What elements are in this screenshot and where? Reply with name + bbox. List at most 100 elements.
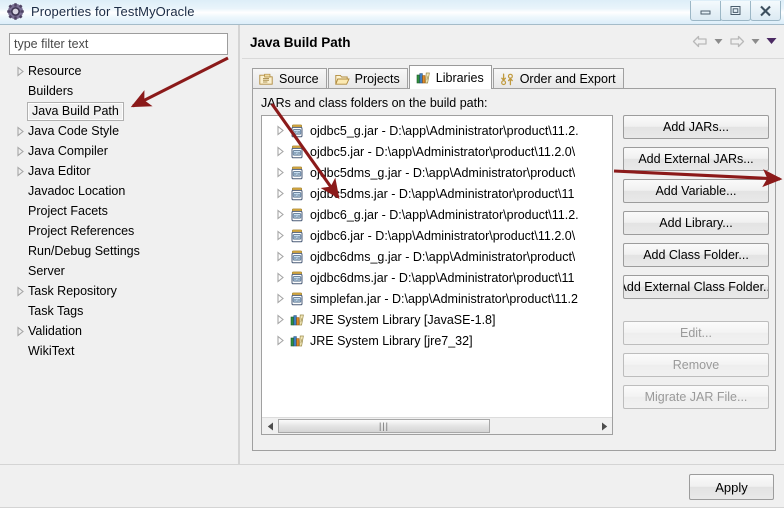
list-item-label: ojdbc6dms.jar - D:\app\Administrator\pro… [310, 270, 575, 285]
minimize-icon[interactable] [690, 1, 721, 21]
add-variable-button[interactable]: Add Variable... [623, 179, 769, 203]
scroll-left-icon[interactable] [262, 418, 278, 434]
scrollbar-track[interactable]: ||| [278, 418, 596, 434]
tree-expand-chevron-right-icon[interactable] [273, 272, 288, 283]
tree-expand-chevron-right-icon[interactable] [273, 146, 288, 157]
sidebar-item-wikitext[interactable]: WikiText [0, 341, 238, 361]
list-item[interactable]: 010 ojdbc5.jar - D:\app\Administrator\pro… [262, 141, 612, 162]
add-external-class-folder-button[interactable]: Add External Class Folder... [623, 275, 769, 299]
sidebar-item-project-references[interactable]: Project References [0, 221, 238, 241]
library-icon: J [288, 333, 306, 348]
build-path-page: Java Build Path Source Projects J Librar… [242, 25, 784, 464]
sidebar-item-label: Builders [28, 84, 74, 98]
tree-expand-chevron-right-icon[interactable] [13, 65, 28, 77]
list-item[interactable]: 010 ojdbc6dms_g.jar - D:\app\Administrato… [262, 246, 612, 267]
tab-label: Projects [354, 72, 400, 86]
list-item[interactable]: 010 ojdbc5dms_g.jar - D:\app\Administrato… [262, 162, 612, 183]
tree-expand-chevron-right-icon[interactable] [273, 209, 288, 220]
tree-expand-chevron-right-icon[interactable] [13, 125, 28, 137]
library-action-buttons: Add JARs... Add External JARs... Add Varia… [623, 115, 769, 417]
apply-button[interactable]: Apply [689, 474, 774, 500]
back-arrow-icon[interactable] [691, 33, 709, 49]
build-path-tabs: Source Projects J Libraries Order and Export [252, 65, 625, 89]
tree-expand-chevron-right-icon[interactable] [273, 335, 288, 346]
back-menu-chevron-down-icon[interactable] [712, 33, 725, 49]
page-title: Java Build Path [250, 35, 351, 50]
jars-list-label: JARs and class folders on the build path… [261, 96, 488, 110]
view-menu-icon[interactable] [765, 33, 778, 49]
list-item-label: ojdbc5dms_g.jar - D:\app\Administrator\p… [310, 165, 576, 180]
list-item[interactable]: 010 ojdbc6dms.jar - D:\app\Administrator\… [262, 267, 612, 288]
svg-text:J: J [426, 76, 428, 81]
tab-order-and-export[interactable]: Order and Export [492, 68, 624, 89]
pane-divider[interactable] [238, 25, 240, 464]
window-controls [690, 1, 781, 21]
sidebar-item-task-tags[interactable]: Task Tags [0, 301, 238, 321]
add-jars-button[interactable]: Add JARs... [623, 115, 769, 139]
jar-icon: 010 [288, 271, 306, 285]
forward-arrow-icon[interactable] [728, 33, 746, 49]
sidebar-item-label: Resource [28, 64, 82, 78]
close-icon[interactable] [750, 1, 781, 21]
scrollbar-thumb[interactable]: ||| [278, 419, 490, 433]
list-item[interactable]: 010 ojdbc5dms.jar - D:\app\Administrator\… [262, 183, 612, 204]
sidebar-item-run-debug-settings[interactable]: Run/Debug Settings [0, 241, 238, 261]
restore-icon[interactable] [720, 1, 751, 21]
sidebar-item-label: Java Compiler [28, 144, 108, 158]
tree-expand-chevron-right-icon[interactable] [273, 188, 288, 199]
titlebar-left-group: Properties for TestMyOracle [7, 3, 195, 20]
tree-expand-chevron-right-icon[interactable] [273, 230, 288, 241]
svg-text:J: J [300, 339, 302, 344]
dialog-body: Resource Builders Java Build Path Java Code… [0, 25, 784, 508]
list-item[interactable]: J JRE System Library [JavaSE-1.8] [262, 309, 612, 330]
list-item[interactable]: 010 ojdbc5_g.jar - D:\app\Administrator\p… [262, 120, 612, 141]
sidebar-item-label: Java Editor [28, 164, 91, 178]
sidebar-item-java-code-style[interactable]: Java Code Style [0, 121, 238, 141]
add-external-jars-button[interactable]: Add External JARs... [623, 147, 769, 171]
list-item[interactable]: 010 ojdbc6_g.jar - D:\app\Administrator\p… [262, 204, 612, 225]
title-separator [242, 58, 784, 59]
tree-expand-chevron-right-icon[interactable] [273, 314, 288, 325]
list-item[interactable]: 010 ojdbc6.jar - D:\app\Administrator\pro… [262, 225, 612, 246]
sidebar-item-resource[interactable]: Resource [0, 61, 238, 81]
tree-expand-chevron-right-icon[interactable] [273, 167, 288, 178]
settings-tree: Resource Builders Java Build Path Java Code… [0, 61, 238, 461]
sidebar-item-java-editor[interactable]: Java Editor [0, 161, 238, 181]
jars-listbox[interactable]: 010 ojdbc5_g.jar - D:\app\Administrator\p… [261, 115, 613, 435]
sidebar-item-label: Project Facets [28, 204, 108, 218]
sidebar-item-validation[interactable]: Validation [0, 321, 238, 341]
horizontal-scrollbar[interactable]: ||| [262, 417, 612, 434]
sidebar-item-javadoc-location[interactable]: Javadoc Location [0, 181, 238, 201]
add-class-folder-button[interactable]: Add Class Folder... [623, 243, 769, 267]
filter-input[interactable] [9, 33, 228, 55]
jar-icon: 010 [288, 145, 306, 159]
tree-expand-chevron-right-icon[interactable] [13, 165, 28, 177]
tree-expand-chevron-right-icon[interactable] [13, 285, 28, 297]
list-item-label: ojdbc6dms_g.jar - D:\app\Administrator\p… [310, 249, 576, 264]
tab-libraries[interactable]: J Libraries [408, 65, 492, 89]
sidebar-item-java-compiler[interactable]: Java Compiler [0, 141, 238, 161]
sidebar-item-builders[interactable]: Builders [0, 81, 238, 101]
tree-expand-chevron-right-icon[interactable] [273, 125, 288, 136]
sidebar-item-java-build-path[interactable]: Java Build Path [0, 101, 238, 121]
tree-expand-chevron-right-icon[interactable] [273, 251, 288, 262]
list-item-label: ojdbc5.jar - D:\app\Administrator\produc… [310, 144, 576, 159]
tab-projects[interactable]: Projects [327, 68, 408, 89]
list-item-label: JRE System Library [jre7_32] [310, 333, 473, 348]
sidebar-item-server[interactable]: Server [0, 261, 238, 281]
jar-icon: 010 [288, 229, 306, 243]
scroll-right-icon[interactable] [596, 418, 612, 434]
sidebar-item-task-repository[interactable]: Task Repository [0, 281, 238, 301]
tree-expand-chevron-right-icon[interactable] [13, 145, 28, 157]
list-item[interactable]: 010 simplefan.jar - D:\app\Administrator\… [262, 288, 612, 309]
order-export-icon [500, 72, 515, 86]
sidebar-item-project-facets[interactable]: Project Facets [0, 201, 238, 221]
svg-text:010: 010 [294, 235, 300, 239]
add-library-button[interactable]: Add Library... [623, 211, 769, 235]
svg-text:010: 010 [294, 172, 300, 176]
list-item[interactable]: J JRE System Library [jre7_32] [262, 330, 612, 351]
tab-source[interactable]: Source [252, 68, 327, 89]
forward-menu-chevron-down-icon[interactable] [749, 33, 762, 49]
tree-expand-chevron-right-icon[interactable] [13, 325, 28, 337]
tree-expand-chevron-right-icon[interactable] [273, 293, 288, 304]
